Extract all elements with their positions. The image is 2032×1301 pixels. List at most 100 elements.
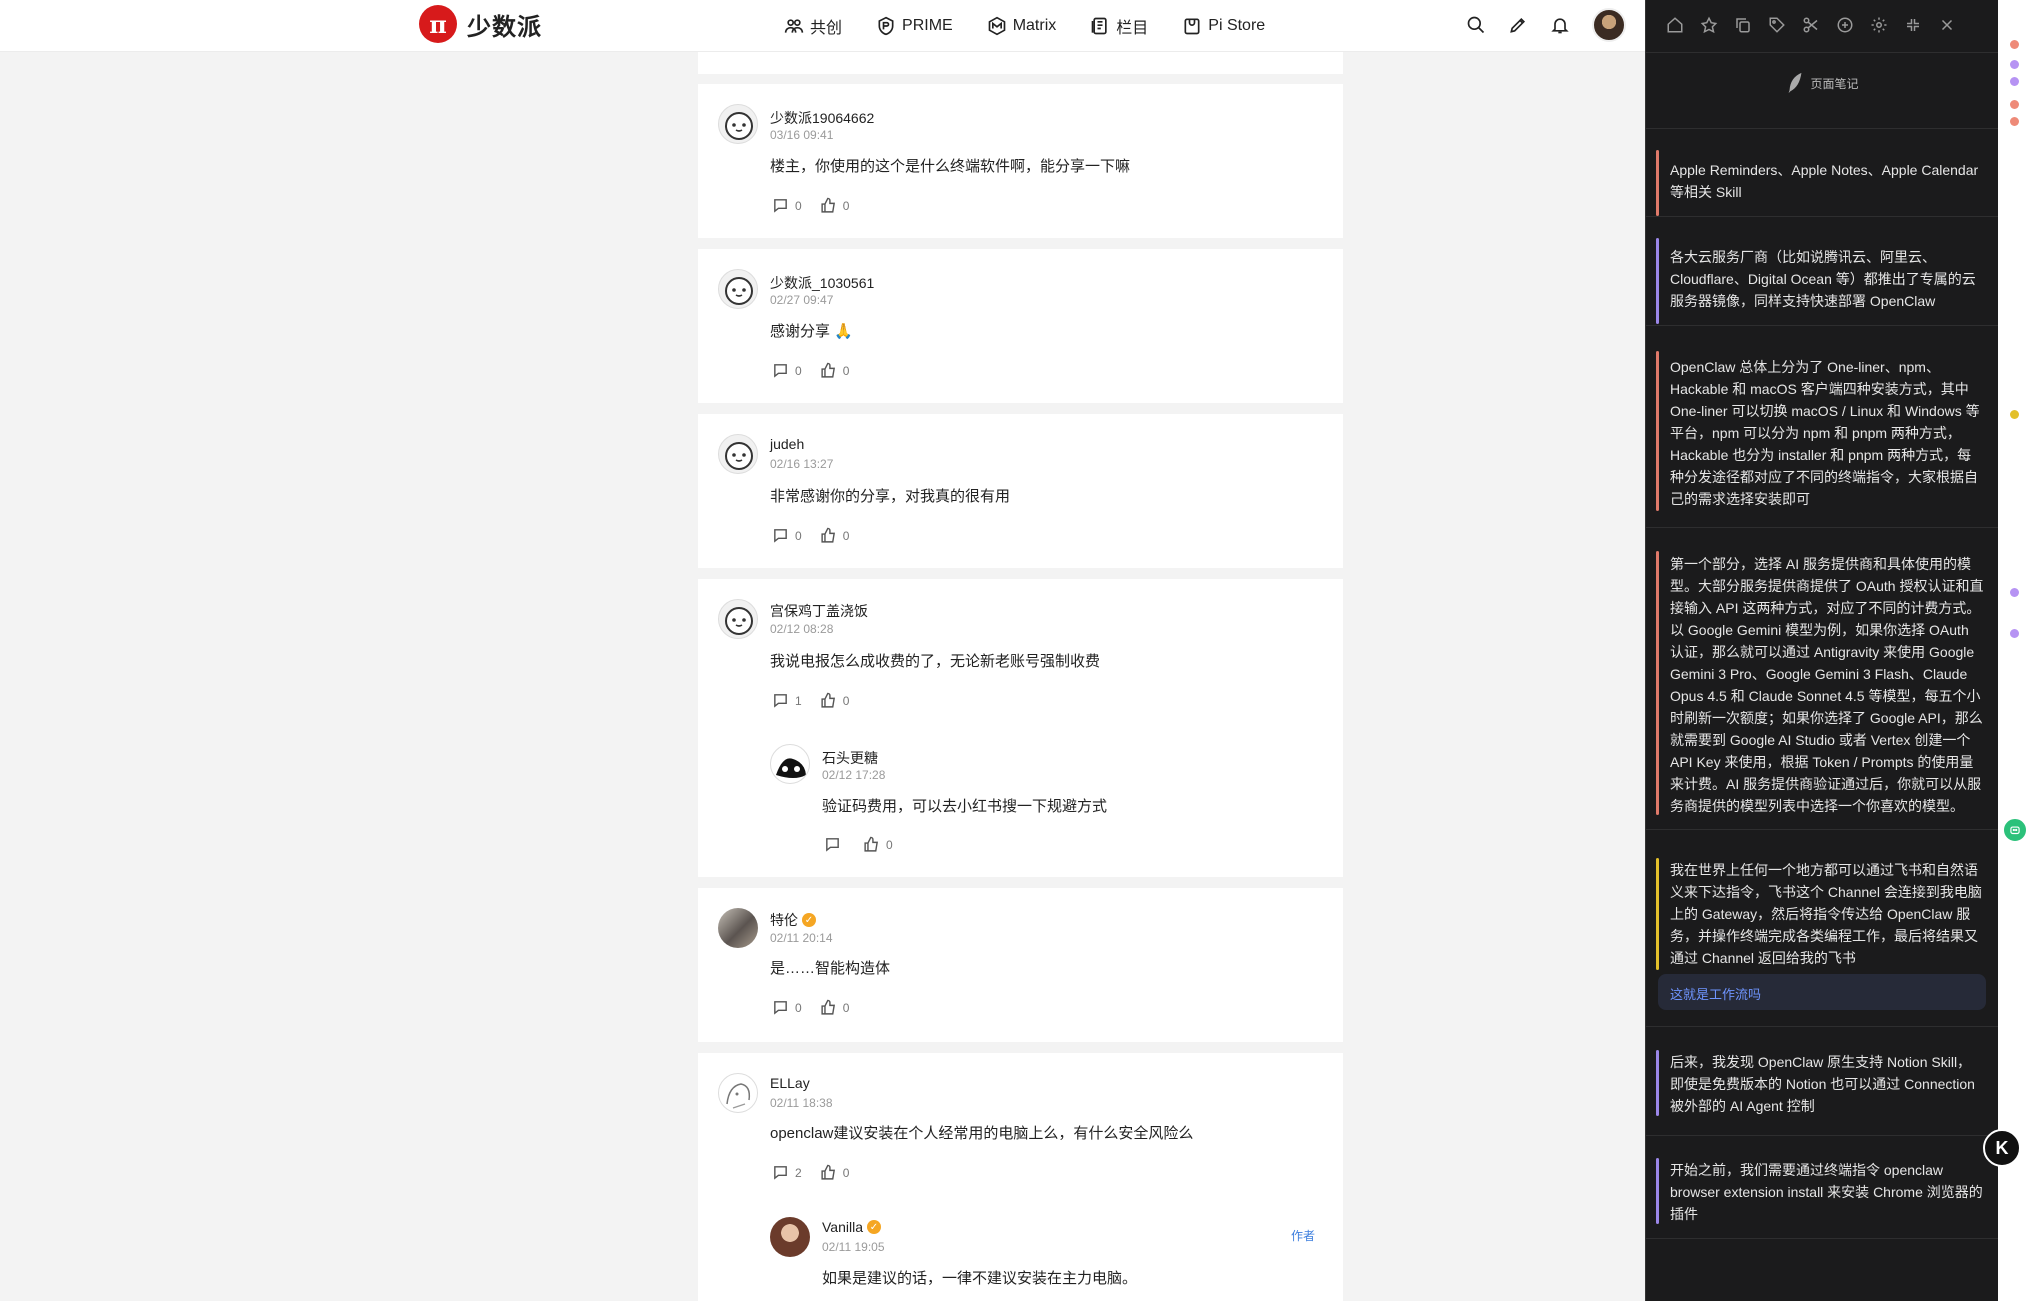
prime-icon [878, 16, 894, 36]
note-color-bar [1656, 351, 1659, 511]
close-icon[interactable] [1936, 14, 1958, 36]
comment-text: 我说电报怎么成收费的了，无论新老账号强制收费 [770, 653, 1101, 670]
divider [1646, 52, 1999, 53]
user-avatar-sketch[interactable] [718, 1073, 758, 1113]
comment-username[interactable]: judeh [770, 436, 804, 452]
note-text: 我在世界上任何一个地方都可以通过飞书和自然语义来下达指令，飞书这个 Channe… [1670, 862, 1982, 966]
comment-actions: 2 0 [772, 1164, 867, 1181]
comment-username[interactable]: 少数派_1030561 [770, 273, 874, 293]
note-marker[interactable] [2010, 410, 2019, 419]
note-item[interactable]: OpenClaw 总体上分为了 One-liner、npm、Hackable 和… [1646, 351, 1999, 511]
note-marker[interactable] [2010, 117, 2019, 126]
author-avatar[interactable] [770, 1217, 810, 1257]
assistant-bot-icon[interactable] [2002, 817, 2028, 843]
reply-button[interactable]: 0 [772, 527, 802, 544]
note-marker[interactable] [2010, 40, 2019, 49]
comment-username[interactable]: 特伦 [770, 910, 798, 930]
star-icon[interactable] [1698, 14, 1720, 36]
reply-button[interactable]: 1 [772, 692, 802, 709]
note-text: 开始之前，我们需要通过终端指令 openclaw browser extensi… [1670, 1162, 1983, 1222]
settings-icon[interactable] [1868, 14, 1890, 36]
default-avatar-icon[interactable] [718, 104, 758, 144]
bell-icon[interactable] [1550, 15, 1570, 35]
like-button[interactable]: 0 [820, 362, 849, 379]
search-icon[interactable] [1466, 15, 1486, 35]
comment-card: 宫保鸡丁盖浇饭 02/12 08:28 我说电报怎么成收费的了，无论新老账号强制… [698, 579, 1343, 877]
note-text: 后来，我发现 OpenClaw 原生支持 Notion Skill，即使是免费版… [1670, 1054, 1975, 1114]
comment-card: 特伦 ✓ 02/11 20:14 是……智能构造体 0 0 [698, 888, 1343, 1042]
like-button[interactable]: 0 [820, 197, 849, 214]
thumbs-up-icon [821, 197, 835, 213]
reply-button[interactable]: 0 [772, 999, 802, 1016]
like-button[interactable]: 0 [820, 527, 849, 544]
comment-date: 02/16 13:27 [770, 457, 834, 471]
like-count: 0 [842, 1000, 850, 1015]
nav-item-prime[interactable]: PRIME [876, 12, 953, 40]
like-count: 0 [842, 1165, 850, 1180]
user-avatar[interactable] [1592, 8, 1626, 42]
nav-item-gongchuang[interactable]: 共创 [784, 12, 842, 40]
note-item[interactable]: 我在世界上任何一个地方都可以通过飞书和自然语义来下达指令，飞书这个 Channe… [1646, 858, 1999, 970]
note-marker[interactable] [2010, 629, 2019, 638]
comment-actions: 0 0 [772, 197, 867, 214]
nav-item-pi-store[interactable]: Pi Store [1182, 12, 1265, 40]
site-logo[interactable]: π 少数派 [419, 5, 542, 43]
divider [1646, 216, 1999, 217]
reply-button[interactable]: 0 [772, 362, 802, 379]
comment-username[interactable]: ELLay [770, 1075, 810, 1091]
comments-list: 少数派19064662 03/16 09:41 楼主，你使用的这个是什么终端软件… [698, 52, 1343, 1301]
like-button[interactable]: 0 [863, 836, 893, 853]
note-marker[interactable] [2010, 588, 2019, 597]
reply-username[interactable]: 石头更糖 [822, 748, 878, 768]
note-item[interactable]: 后来，我发现 OpenClaw 原生支持 Notion Skill，即使是免费版… [1646, 1050, 1999, 1116]
like-button[interactable]: 0 [820, 999, 850, 1016]
reply-button[interactable] [824, 836, 841, 853]
home-icon[interactable] [1664, 14, 1686, 36]
comment-text: 是……智能构造体 [770, 960, 891, 977]
comment-username[interactable]: 少数派19064662 [770, 108, 874, 128]
note-color-bar [1656, 551, 1659, 815]
nav-item-matrix[interactable]: Matrix [987, 12, 1056, 40]
note-comment[interactable]: 这就是工作流吗 [1658, 974, 1986, 1010]
tag-icon[interactable] [1766, 14, 1788, 36]
comment-text: 楼主，你使用的这个是什么终端软件啊，能分享一下嘛 [770, 158, 1131, 175]
note-item[interactable]: 第一个部分，选择 AI 服务提供商和具体使用的模型。大部分服务提供商提供了 OA… [1646, 551, 1999, 815]
note-marker[interactable] [2010, 100, 2019, 109]
plus-circle-icon[interactable] [1834, 14, 1856, 36]
pen-icon[interactable] [1508, 15, 1528, 35]
thumbs-up-icon [821, 362, 835, 378]
columns-icon [1091, 17, 1107, 35]
note-marker[interactable] [2010, 77, 2019, 86]
comment-actions: 0 0 [772, 999, 867, 1016]
k-float-button[interactable]: K [1983, 1129, 2021, 1167]
like-button[interactable]: 0 [820, 1164, 850, 1181]
reply-actions: 0 [824, 836, 911, 853]
note-item[interactable]: 开始之前，我们需要通过终端指令 openclaw browser extensi… [1646, 1158, 1999, 1224]
default-avatar-icon[interactable] [718, 434, 758, 474]
reply-username[interactable]: Vanilla [822, 1219, 863, 1235]
reply-button[interactable]: 2 [772, 1164, 802, 1181]
reply-count: 1 [795, 693, 802, 708]
nav-item-columns[interactable]: 栏目 [1090, 12, 1148, 40]
note-color-bar [1656, 858, 1659, 970]
reply-count: 2 [795, 1165, 802, 1180]
default-avatar-icon[interactable] [718, 269, 758, 309]
user-avatar-photo[interactable] [718, 908, 758, 948]
divider [1646, 527, 1999, 528]
scissors-icon[interactable] [1800, 14, 1822, 36]
default-avatar-icon[interactable] [718, 599, 758, 639]
note-item[interactable]: 各大云服务厂商（比如说腾讯云、阿里云、Cloudflare、Digital Oc… [1646, 238, 1999, 324]
like-button[interactable]: 0 [820, 692, 849, 709]
collapse-icon[interactable] [1902, 14, 1924, 36]
note-marker[interactable] [2010, 60, 2019, 69]
comment-username-row: 特伦 ✓ [770, 910, 816, 930]
thumbs-up-icon [821, 692, 835, 708]
reply-avatar[interactable] [770, 744, 810, 784]
copy-icon[interactable] [1732, 14, 1754, 36]
comment-username[interactable]: 宫保鸡丁盖浇饭 [770, 601, 868, 621]
nav-item-label: 栏目 [1116, 20, 1149, 37]
reply-button[interactable]: 0 [772, 197, 802, 214]
reply-count: 0 [795, 363, 802, 378]
note-item[interactable]: Apple Reminders、Apple Notes、Apple Calend… [1646, 150, 1999, 216]
comment-text: 非常感谢你的分享，对我真的很有用 [770, 488, 1011, 505]
